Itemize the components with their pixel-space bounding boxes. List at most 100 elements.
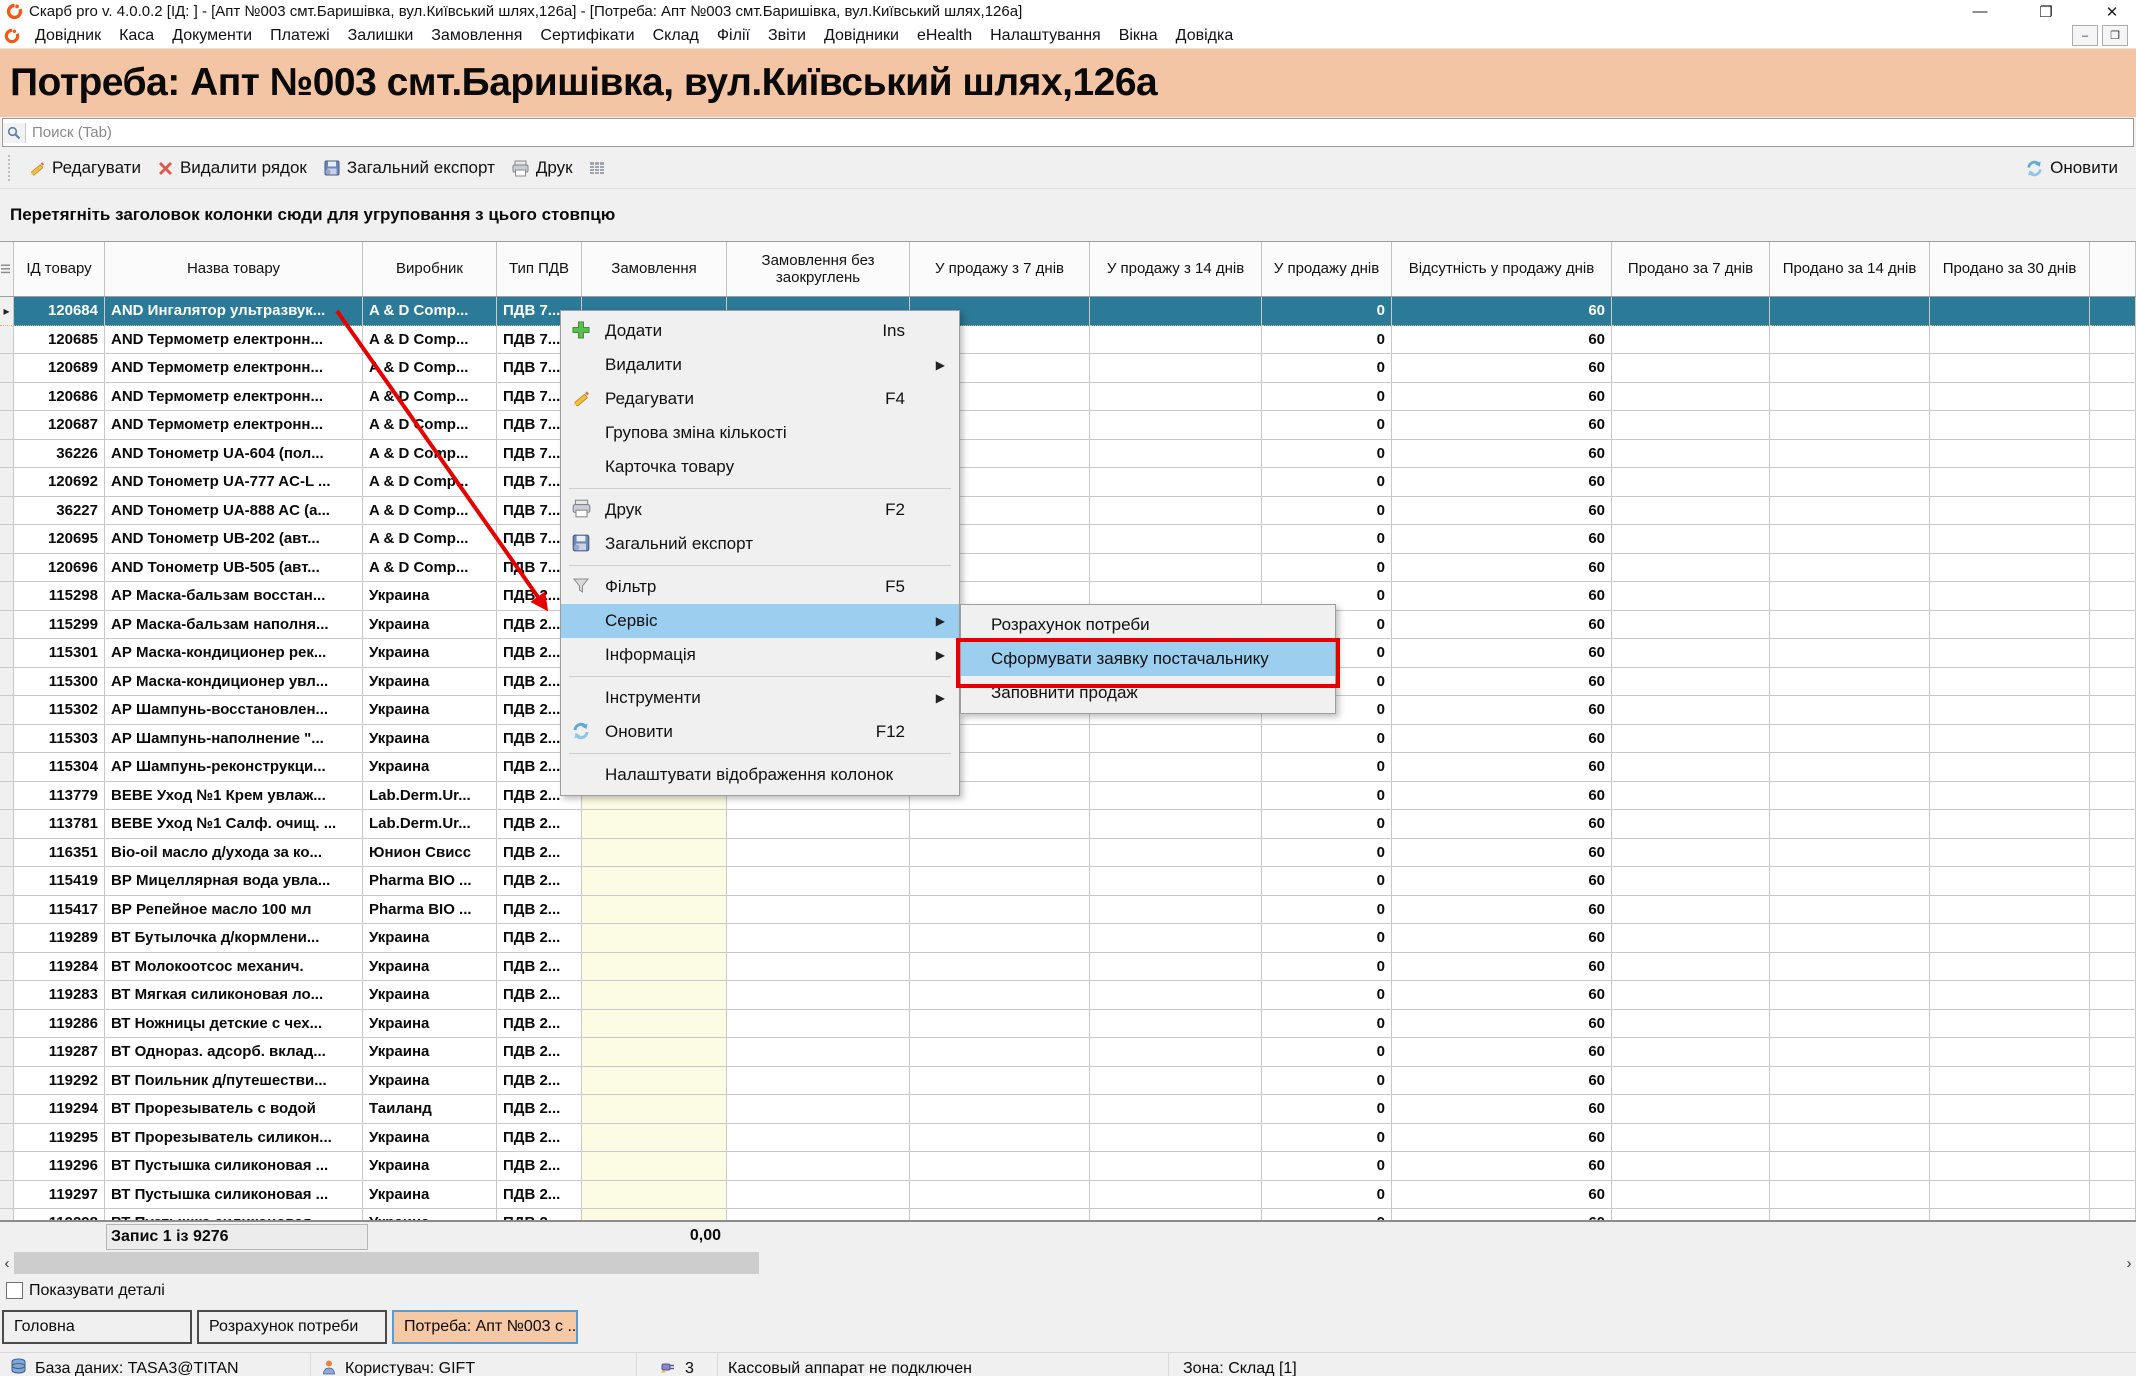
table-cell[interactable] — [1612, 411, 1770, 440]
table-row[interactable]: 119284ВТ Молокоотсос механич.УкраинаПДВ … — [0, 953, 2136, 982]
table-cell[interactable]: ПДВ 2... — [497, 953, 582, 982]
table-cell[interactable] — [1090, 1124, 1262, 1153]
table-cell[interactable] — [1612, 1152, 1770, 1181]
table-cell[interactable]: Украина — [363, 582, 497, 611]
table-cell[interactable]: 120689 — [14, 354, 105, 383]
table-row[interactable]: 36227AND Тонометр UA-888 AC (а...A & D C… — [0, 497, 2136, 526]
table-cell[interactable]: 60 — [1392, 1209, 1612, 1220]
table-cell[interactable]: BEBE Уход №1 Крем увлаж... — [105, 782, 363, 811]
table-cell[interactable]: АР Маска-кондиционер рек... — [105, 639, 363, 668]
table-cell[interactable] — [582, 1181, 727, 1210]
table-cell[interactable] — [910, 867, 1090, 896]
search-box[interactable] — [2, 118, 2134, 147]
table-cell[interactable]: Lab.Derm.Ur... — [363, 782, 497, 811]
table-cell[interactable]: Украина — [363, 1152, 497, 1181]
table-cell[interactable]: 119292 — [14, 1067, 105, 1096]
table-cell[interactable]: Украина — [363, 639, 497, 668]
table-cell[interactable] — [727, 867, 910, 896]
menubar-item-3[interactable]: Документи — [163, 26, 261, 46]
menubar-item-12[interactable]: eHealth — [908, 26, 981, 46]
table-row[interactable]: 119298ВТ Пустышка силиконоваяУкраинаПДВ … — [0, 1209, 2136, 1220]
table-cell[interactable]: 60 — [1392, 1010, 1612, 1039]
table-cell[interactable]: Украина — [363, 1010, 497, 1039]
table-cell[interactable] — [1612, 839, 1770, 868]
table-cell[interactable] — [1612, 810, 1770, 839]
show-details-checkbox[interactable] — [6, 1282, 23, 1299]
table-cell[interactable] — [1090, 383, 1262, 412]
context-menu-item-загальний-експорт[interactable]: Загальний експорт — [561, 527, 959, 561]
table-row[interactable]: 120687AND Термометр електронн...A & D Co… — [0, 411, 2136, 440]
table-cell[interactable] — [1612, 639, 1770, 668]
table-cell[interactable]: 0 — [1262, 782, 1392, 811]
table-cell[interactable]: ВТ Поильник д/путешестви... — [105, 1067, 363, 1096]
table-cell[interactable]: ПДВ 2... — [497, 1124, 582, 1153]
context-menu-item-додати[interactable]: ДодатиIns — [561, 314, 959, 348]
table-cell[interactable] — [582, 1095, 727, 1124]
table-cell[interactable]: Юнион Свисс — [363, 839, 497, 868]
table-cell[interactable] — [910, 1038, 1090, 1067]
table-cell[interactable]: 120692 — [14, 468, 105, 497]
table-cell[interactable] — [1770, 981, 1930, 1010]
table-cell[interactable] — [1930, 383, 2090, 412]
table-cell[interactable] — [1770, 896, 1930, 925]
table-cell[interactable] — [910, 810, 1090, 839]
table-cell[interactable]: 115302 — [14, 696, 105, 725]
table-cell[interactable]: Украина — [363, 725, 497, 754]
table-cell[interactable] — [910, 1010, 1090, 1039]
table-cell[interactable]: ПДВ 2... — [497, 896, 582, 925]
table-cell[interactable] — [1612, 326, 1770, 355]
context-menu-item-карточка-товару[interactable]: Карточка товару — [561, 450, 959, 484]
table-cell[interactable]: ПДВ 2... — [497, 1152, 582, 1181]
table-cell[interactable] — [1930, 696, 2090, 725]
search-input[interactable] — [26, 124, 2133, 141]
table-cell[interactable]: A & D Comp... — [363, 525, 497, 554]
table-cell[interactable] — [1770, 383, 1930, 412]
table-cell[interactable] — [1770, 554, 1930, 583]
table-cell[interactable] — [1090, 297, 1262, 326]
context-menu-item-оновити[interactable]: ОновитиF12 — [561, 715, 959, 749]
column-header-13[interactable]: Продано за 30 днів — [1930, 242, 2090, 296]
table-cell[interactable] — [727, 924, 910, 953]
table-cell[interactable]: 0 — [1262, 924, 1392, 953]
table-cell[interactable]: АР Шампунь-восстановлен... — [105, 696, 363, 725]
table-cell[interactable]: 0 — [1262, 297, 1392, 326]
table-cell[interactable]: Украина — [363, 924, 497, 953]
table-cell[interactable]: 119284 — [14, 953, 105, 982]
table-cell[interactable] — [1090, 753, 1262, 782]
table-cell[interactable] — [1612, 725, 1770, 754]
table-cell[interactable] — [1612, 611, 1770, 640]
table-cell[interactable]: 0 — [1262, 867, 1392, 896]
table-cell[interactable]: A & D Comp... — [363, 440, 497, 469]
table-cell[interactable] — [1930, 1152, 2090, 1181]
table-cell[interactable] — [1090, 1038, 1262, 1067]
table-cell[interactable]: 0 — [1262, 1067, 1392, 1096]
table-row[interactable]: 119289ВТ Бутылочка д/кормлени...УкраинаП… — [0, 924, 2136, 953]
table-cell[interactable] — [1770, 611, 1930, 640]
table-cell[interactable] — [1770, 696, 1930, 725]
table-cell[interactable] — [1770, 782, 1930, 811]
table-cell[interactable]: 60 — [1392, 810, 1612, 839]
table-cell[interactable] — [727, 1209, 910, 1220]
table-cell[interactable] — [1770, 839, 1930, 868]
menubar-item-5[interactable]: Залишки — [339, 26, 423, 46]
table-cell[interactable] — [1930, 981, 2090, 1010]
table-cell[interactable] — [1930, 582, 2090, 611]
table-cell[interactable]: 60 — [1392, 782, 1612, 811]
table-cell[interactable]: 119287 — [14, 1038, 105, 1067]
table-cell[interactable]: ВТ Однораз. адсорб. вклад... — [105, 1038, 363, 1067]
table-cell[interactable] — [727, 1124, 910, 1153]
table-cell[interactable] — [727, 1152, 910, 1181]
mdi-minimize-button[interactable]: – — [2072, 25, 2098, 46]
table-cell[interactable] — [1930, 839, 2090, 868]
table-cell[interactable] — [727, 1067, 910, 1096]
table-cell[interactable] — [1770, 1095, 1930, 1124]
table-cell[interactable] — [1090, 782, 1262, 811]
submenu-item-розрахунок-потреби[interactable]: Розрахунок потреби — [961, 608, 1335, 642]
table-row[interactable]: 119295ВТ Прорезыватель силикон...Украина… — [0, 1124, 2136, 1153]
table-cell[interactable] — [582, 867, 727, 896]
table-cell[interactable]: Pharma BIO ... — [363, 896, 497, 925]
table-cell[interactable]: A & D Comp... — [363, 468, 497, 497]
table-cell[interactable]: Украина — [363, 981, 497, 1010]
table-cell[interactable] — [1612, 1209, 1770, 1220]
table-cell[interactable]: ВР Мицеллярная вода увла... — [105, 867, 363, 896]
